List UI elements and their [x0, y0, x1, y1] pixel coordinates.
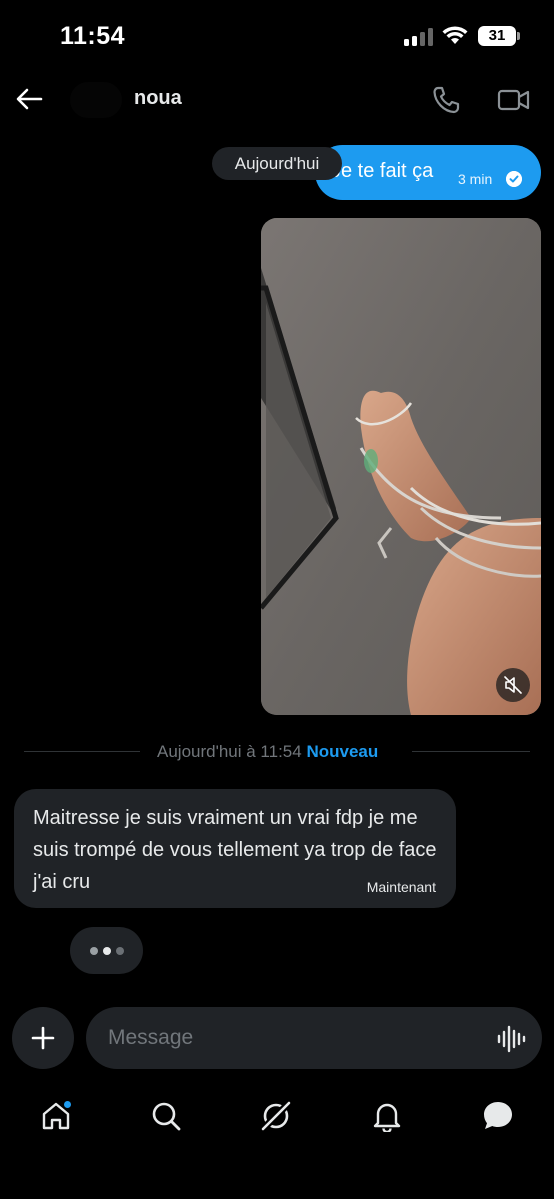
muted-speaker-icon — [504, 676, 522, 694]
incoming-message-bubble[interactable]: Maitresse je suis vraiment un vrai fdp j… — [14, 789, 456, 908]
date-pill: Aujourd'hui — [212, 147, 342, 180]
divider-line-right — [412, 751, 530, 752]
contact-avatar[interactable] — [70, 82, 122, 118]
status-time: 11:54 — [60, 22, 126, 50]
outgoing-message-bubble[interactable]: Je te fait ça 3 min — [315, 145, 541, 200]
tab-notifications[interactable] — [369, 1098, 405, 1134]
mute-toggle-button[interactable] — [496, 668, 530, 702]
tab-grok[interactable] — [258, 1098, 294, 1134]
voice-wave-icon[interactable] — [496, 1025, 526, 1053]
incoming-message-time: Maintenant — [366, 879, 436, 895]
message-input[interactable] — [86, 1007, 542, 1069]
messages-icon — [484, 1102, 512, 1129]
video-thumbnail — [261, 218, 541, 715]
typing-indicator — [70, 927, 143, 974]
divider-line-left — [24, 751, 140, 752]
tab-search[interactable] — [148, 1098, 184, 1134]
tab-messages[interactable] — [480, 1098, 516, 1134]
bottom-tab-bar — [0, 1090, 554, 1150]
battery-indicator: 31 — [478, 26, 520, 46]
plus-icon — [31, 1026, 55, 1050]
phone-icon[interactable] — [430, 84, 462, 116]
video-camera-icon[interactable] — [497, 85, 531, 115]
tab-home[interactable] — [38, 1098, 74, 1134]
new-badge: Nouveau — [306, 742, 379, 761]
outgoing-message-time: 3 min — [458, 171, 493, 187]
home-unread-dot — [63, 1100, 72, 1109]
grok-icon — [260, 1100, 292, 1132]
contact-name[interactable]: noua — [134, 87, 182, 110]
sent-check-icon — [506, 171, 522, 187]
back-button[interactable] — [12, 82, 46, 116]
search-icon — [152, 1102, 181, 1131]
notifications-icon — [373, 1103, 401, 1132]
back-arrow-icon — [16, 88, 43, 110]
outgoing-message-text: Je te fait ça — [331, 160, 434, 182]
divider-text: Aujourd'hui à 11:54 Nouveau — [157, 742, 378, 762]
new-messages-divider: Aujourd'hui à 11:54 Nouveau — [24, 740, 530, 762]
divider-label: Aujourd'hui à 11:54 — [157, 742, 302, 761]
video-message[interactable] — [261, 218, 541, 715]
cellular-signal-icon — [404, 28, 434, 46]
message-composer — [0, 1007, 554, 1071]
add-attachment-button[interactable] — [12, 1007, 74, 1069]
status-bar: 11:54 31 — [0, 0, 554, 70]
conversation-header: noua — [0, 70, 554, 130]
wifi-icon — [442, 26, 468, 44]
